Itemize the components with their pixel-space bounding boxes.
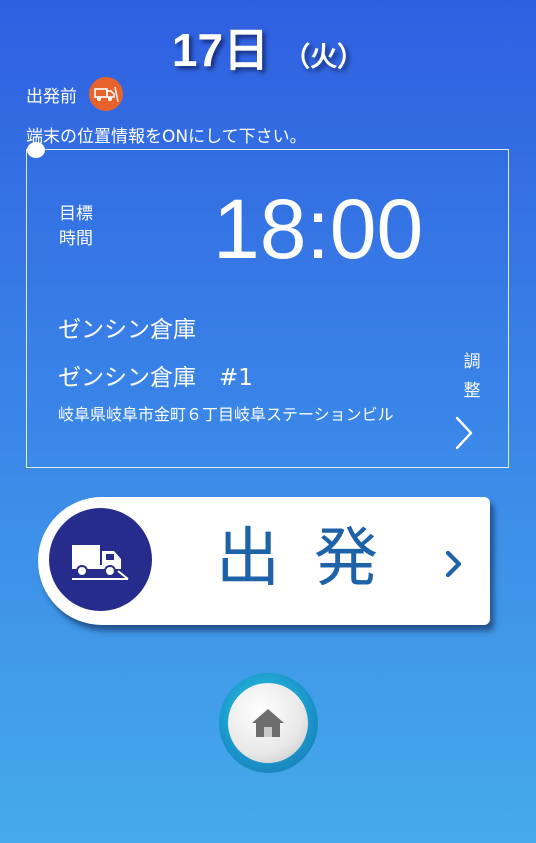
target-time: 18:00 [213, 182, 424, 276]
location-notice: 端末の位置情報をONにして下さい。 [26, 127, 307, 147]
home-icon [228, 683, 308, 763]
adjust-button[interactable]: 調整 [457, 348, 487, 406]
date-day: 17日 [171, 24, 270, 76]
drag-handle[interactable] [27, 142, 45, 158]
depart-label: 出発 [216, 522, 412, 596]
home-button[interactable] [219, 673, 318, 773]
chevron-right-icon [444, 549, 464, 579]
depart-button[interactable]: 出発 [38, 497, 490, 625]
destination-address: 岐阜県岐阜市金町６丁目岐阜ステーションビル [58, 405, 394, 424]
truck-icon [49, 508, 152, 611]
trip-status: 出発前 [26, 76, 123, 112]
date-header: 17日 （火） [0, 14, 536, 80]
destination-card: 目標時間 18:00 ゼンシン倉庫 ゼンシン倉庫 #1 岐阜県岐阜市金町６丁目岐… [26, 149, 509, 468]
target-time-label: 目標時間 [59, 204, 93, 249]
status-label: 出発前 [26, 86, 77, 107]
date-weekday: （火） [283, 42, 365, 72]
truck-icon [89, 77, 123, 111]
destination-name: ゼンシン倉庫 [58, 317, 196, 343]
destination-subname: ゼンシン倉庫 #1 [58, 365, 253, 391]
chevron-right-icon[interactable] [451, 414, 477, 452]
